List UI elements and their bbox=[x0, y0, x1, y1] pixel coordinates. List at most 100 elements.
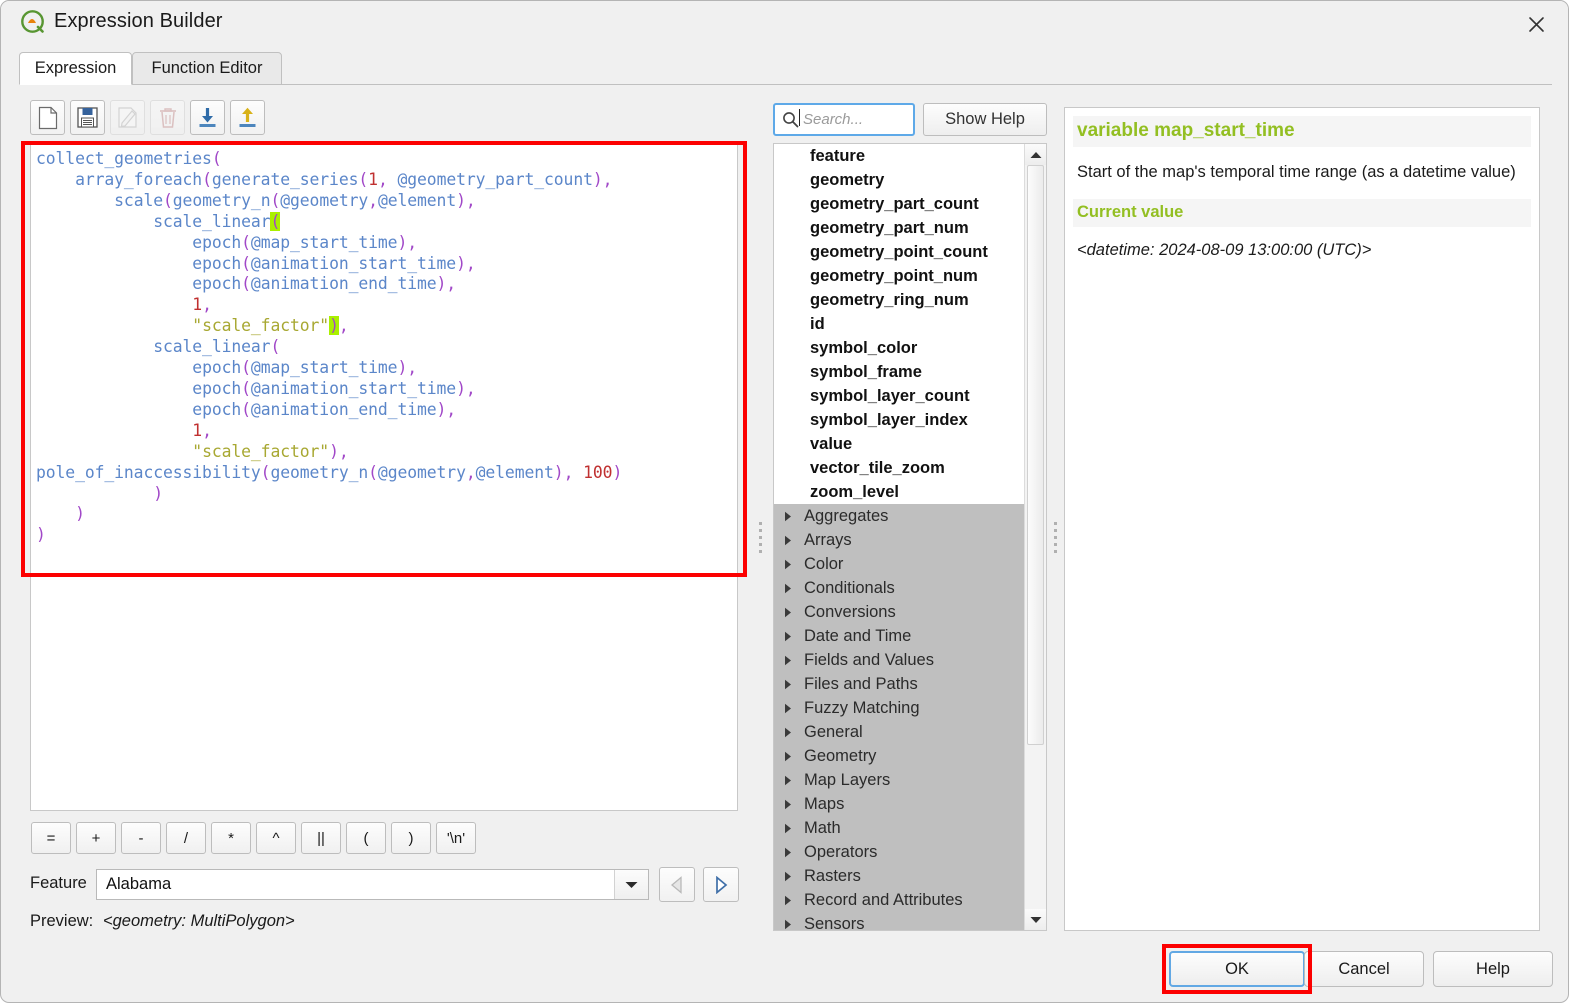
code-line: ) bbox=[36, 525, 737, 546]
tab-function-editor-label: Function Editor bbox=[152, 59, 263, 78]
expression-editor[interactable]: collect_geometries( array_foreach(genera… bbox=[30, 142, 738, 811]
next-feature-button[interactable] bbox=[703, 867, 739, 902]
expand-triangle-icon[interactable] bbox=[774, 847, 802, 858]
function-tree-leaf[interactable]: geometry_part_num bbox=[774, 216, 1025, 240]
tab-bar: Expression Function Editor bbox=[19, 52, 1552, 85]
close-icon[interactable] bbox=[1516, 7, 1556, 41]
function-tree-group[interactable]: Files and Paths bbox=[774, 672, 1025, 696]
function-tree-leaf[interactable]: symbol_frame bbox=[774, 360, 1025, 384]
operator-button[interactable]: ( bbox=[346, 822, 386, 854]
splitter-grip-icon bbox=[1054, 522, 1057, 553]
function-tree-group[interactable]: Maps bbox=[774, 792, 1025, 816]
expand-triangle-icon[interactable] bbox=[774, 535, 802, 546]
function-tree-scrollbar[interactable] bbox=[1024, 144, 1046, 930]
operator-button[interactable]: * bbox=[211, 822, 251, 854]
window-title: Expression Builder bbox=[54, 10, 223, 33]
code-line: epoch(@animation_end_time), bbox=[36, 274, 737, 295]
splitter-left[interactable] bbox=[752, 143, 768, 931]
function-tree-group[interactable]: Conditionals bbox=[774, 576, 1025, 600]
expand-triangle-icon[interactable] bbox=[774, 775, 802, 786]
function-tree-leaf[interactable]: id bbox=[774, 312, 1025, 336]
operator-button[interactable]: + bbox=[76, 822, 116, 854]
function-tree-leaf[interactable]: geometry_point_count bbox=[774, 240, 1025, 264]
operator-button[interactable]: / bbox=[166, 822, 206, 854]
function-tree-leaf[interactable]: geometry bbox=[774, 168, 1025, 192]
preview-label: Preview: bbox=[30, 912, 93, 931]
function-tree-group[interactable]: Rasters bbox=[774, 864, 1025, 888]
tab-function-editor[interactable]: Function Editor bbox=[132, 52, 282, 85]
splitter-right[interactable] bbox=[1047, 143, 1063, 931]
expression-builder-dialog: Expression Builder Expression Function E… bbox=[0, 0, 1569, 1003]
function-tree-group[interactable]: Geometry bbox=[774, 744, 1025, 768]
help-button[interactable]: Help bbox=[1433, 951, 1553, 987]
function-tree-leaf[interactable]: feature bbox=[774, 144, 1025, 168]
expand-triangle-icon[interactable] bbox=[774, 511, 802, 522]
function-tree-group[interactable]: General bbox=[774, 720, 1025, 744]
function-tree-group[interactable]: Map Layers bbox=[774, 768, 1025, 792]
ok-button[interactable]: OK bbox=[1169, 951, 1305, 987]
scroll-up-icon[interactable] bbox=[1025, 144, 1046, 165]
expand-triangle-icon[interactable] bbox=[774, 631, 802, 642]
function-tree[interactable]: featuregeometrygeometry_part_countgeomet… bbox=[773, 143, 1047, 931]
function-tree-group[interactable]: Color bbox=[774, 552, 1025, 576]
new-expression-button[interactable] bbox=[30, 100, 65, 135]
function-tree-group[interactable]: Record and Attributes bbox=[774, 888, 1025, 912]
expand-triangle-icon[interactable] bbox=[774, 871, 802, 882]
expand-triangle-icon[interactable] bbox=[774, 727, 802, 738]
function-tree-group[interactable]: Math bbox=[774, 816, 1025, 840]
help-title: variable map_start_time bbox=[1073, 116, 1531, 147]
code-line: pole_of_inaccessibility(geometry_n(@geom… bbox=[36, 463, 737, 484]
feature-label: Feature bbox=[30, 874, 87, 893]
scroll-down-icon[interactable] bbox=[1025, 909, 1046, 930]
function-tree-leaf[interactable]: symbol_layer_index bbox=[774, 408, 1025, 432]
expand-triangle-icon[interactable] bbox=[774, 655, 802, 666]
operator-button[interactable]: = bbox=[31, 822, 71, 854]
function-tree-group[interactable]: Arrays bbox=[774, 528, 1025, 552]
expand-triangle-icon[interactable] bbox=[774, 583, 802, 594]
show-help-button[interactable]: Show Help bbox=[923, 103, 1047, 136]
expand-triangle-icon[interactable] bbox=[774, 919, 802, 930]
function-tree-group[interactable]: Sensors bbox=[774, 912, 1025, 931]
function-tree-group[interactable]: Aggregates bbox=[774, 504, 1025, 528]
expand-triangle-icon[interactable] bbox=[774, 751, 802, 762]
chevron-down-icon[interactable] bbox=[614, 870, 648, 899]
expand-triangle-icon[interactable] bbox=[774, 607, 802, 618]
expand-triangle-icon[interactable] bbox=[774, 823, 802, 834]
expand-triangle-icon[interactable] bbox=[774, 703, 802, 714]
cancel-button[interactable]: Cancel bbox=[1304, 951, 1424, 987]
function-tree-leaf[interactable]: value bbox=[774, 432, 1025, 456]
operator-button[interactable]: - bbox=[121, 822, 161, 854]
function-tree-group[interactable]: Conversions bbox=[774, 600, 1025, 624]
code-line: "scale_factor"), bbox=[36, 316, 737, 337]
function-tree-leaf[interactable]: zoom_level bbox=[774, 480, 1025, 504]
function-tree-group[interactable]: Fields and Values bbox=[774, 648, 1025, 672]
save-expression-button[interactable] bbox=[70, 100, 105, 135]
expand-triangle-icon[interactable] bbox=[774, 895, 802, 906]
scrollbar-thumb[interactable] bbox=[1027, 165, 1044, 745]
function-tree-group-label: General bbox=[802, 723, 863, 742]
feature-combobox[interactable]: Alabama bbox=[96, 869, 649, 900]
function-tree-group[interactable]: Fuzzy Matching bbox=[774, 696, 1025, 720]
function-tree-leaf[interactable]: geometry_point_num bbox=[774, 264, 1025, 288]
expand-triangle-icon[interactable] bbox=[774, 799, 802, 810]
previous-feature-button[interactable] bbox=[659, 867, 695, 902]
function-tree-leaf[interactable]: vector_tile_zoom bbox=[774, 456, 1025, 480]
function-tree-leaf[interactable]: geometry_part_count bbox=[774, 192, 1025, 216]
function-tree-group[interactable]: Operators bbox=[774, 840, 1025, 864]
operator-button[interactable]: '\n' bbox=[436, 822, 476, 854]
function-tree-leaf[interactable]: geometry_ring_num bbox=[774, 288, 1025, 312]
export-upload-icon[interactable] bbox=[230, 100, 265, 135]
code-line: scale(geometry_n(@geometry,@element), bbox=[36, 191, 737, 212]
function-tree-group[interactable]: Date and Time bbox=[774, 624, 1025, 648]
expand-triangle-icon[interactable] bbox=[774, 679, 802, 690]
function-tree-leaf[interactable]: symbol_color bbox=[774, 336, 1025, 360]
search-input[interactable]: Search... bbox=[773, 103, 915, 136]
function-tree-leaf[interactable]: symbol_layer_count bbox=[774, 384, 1025, 408]
operator-button[interactable]: ) bbox=[391, 822, 431, 854]
operator-button[interactable]: || bbox=[301, 822, 341, 854]
import-download-icon[interactable] bbox=[190, 100, 225, 135]
expression-code[interactable]: collect_geometries( array_foreach(genera… bbox=[31, 143, 737, 546]
tab-expression[interactable]: Expression bbox=[19, 52, 132, 85]
operator-button[interactable]: ^ bbox=[256, 822, 296, 854]
expand-triangle-icon[interactable] bbox=[774, 559, 802, 570]
